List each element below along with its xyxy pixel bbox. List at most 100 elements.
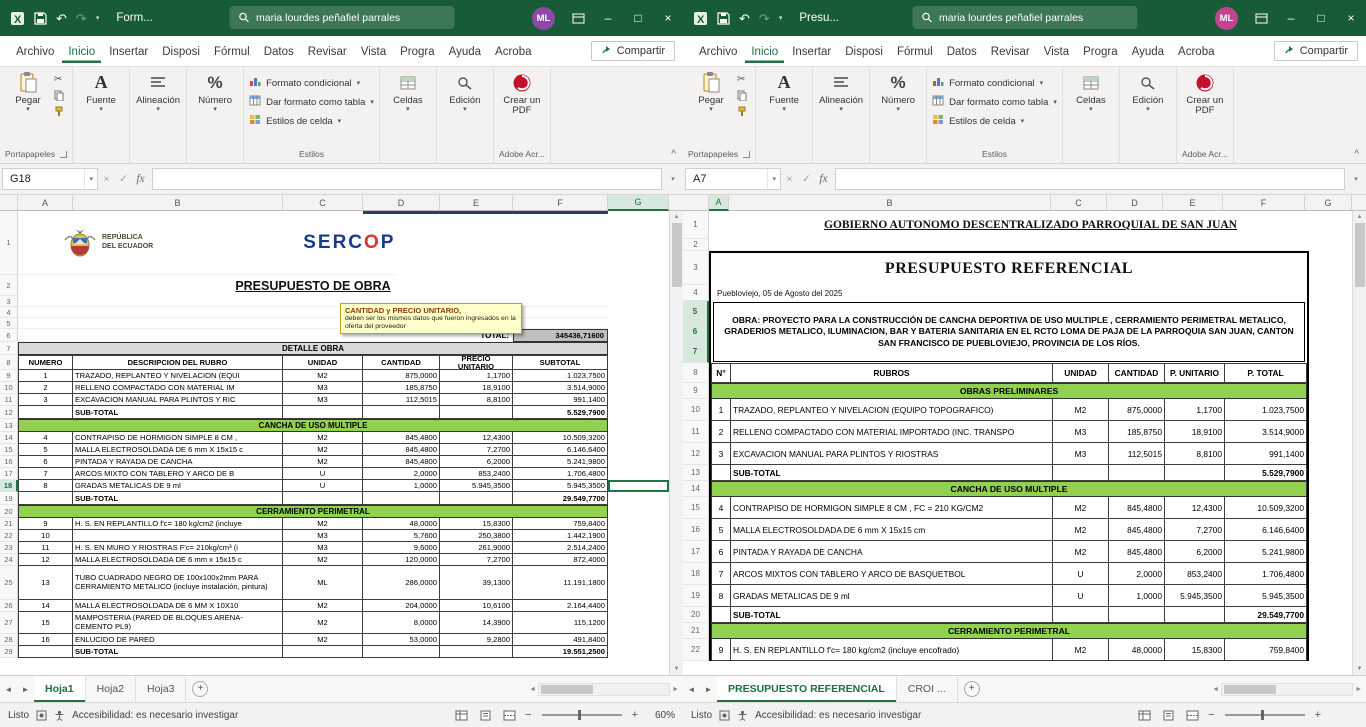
row-header[interactable]: 10 bbox=[683, 399, 709, 421]
item-unit[interactable]: M2 bbox=[283, 370, 363, 382]
row-header[interactable]: 13 bbox=[683, 465, 709, 481]
item-subtotal[interactable]: 2.514,2400 bbox=[513, 542, 608, 554]
item-unit-price[interactable]: 18,9100 bbox=[440, 382, 513, 394]
row-header[interactable]: 18 bbox=[683, 563, 709, 585]
undo-icon[interactable]: ↶ bbox=[56, 12, 67, 25]
item-description[interactable]: PINTADA Y RAYADA DE CANCHA bbox=[73, 456, 283, 468]
cell[interactable] bbox=[711, 465, 731, 481]
item-unit[interactable]: M2 bbox=[283, 518, 363, 530]
row-header[interactable]: 5 bbox=[0, 318, 18, 329]
item-unit[interactable]: M2 bbox=[1053, 639, 1109, 661]
item-quantity[interactable]: 185,8750 bbox=[1109, 421, 1165, 443]
tab-formulas[interactable]: Fórmul bbox=[891, 40, 939, 63]
save-icon[interactable] bbox=[717, 12, 730, 25]
item-unit-price[interactable]: 7,2700 bbox=[440, 554, 513, 566]
item-quantity[interactable]: 2,0000 bbox=[363, 468, 440, 480]
row-header[interactable]: 25 bbox=[0, 566, 18, 600]
item-subtotal[interactable]: 5.945,3500 bbox=[513, 480, 608, 492]
scroll-left-icon[interactable]: ◄ bbox=[529, 686, 536, 693]
macro-record-icon[interactable] bbox=[719, 710, 730, 721]
row-header[interactable]: 29 bbox=[0, 646, 18, 658]
name-box[interactable]: G18 ▾ bbox=[2, 168, 98, 190]
item-quantity[interactable]: 2,0000 bbox=[1109, 563, 1165, 585]
row-header[interactable]: 23 bbox=[0, 542, 18, 554]
table-column-header[interactable]: P. TOTAL bbox=[1225, 363, 1307, 383]
item-unit-price[interactable]: 10,6100 bbox=[440, 600, 513, 612]
row-header[interactable]: 16 bbox=[0, 456, 18, 468]
cell[interactable] bbox=[283, 646, 363, 658]
insert-function-icon[interactable]: fx bbox=[132, 173, 149, 185]
item-quantity[interactable]: 875,0000 bbox=[363, 370, 440, 382]
table-column-header[interactable]: RUBROS bbox=[731, 363, 1053, 383]
save-icon[interactable] bbox=[34, 12, 47, 25]
name-box-caret-icon[interactable]: ▾ bbox=[84, 169, 97, 189]
item-description[interactable]: TRAZADO, REPLANTEO Y NIVELACION (EQUI bbox=[73, 370, 283, 382]
item-subtotal[interactable]: 1.442,1900 bbox=[513, 530, 608, 542]
row-header[interactable]: 567 bbox=[683, 301, 709, 363]
item-description[interactable]: MALLA ELECTROSOLDADA DE 6 mm X 15x15 cm bbox=[731, 519, 1053, 541]
item-number[interactable]: 16 bbox=[18, 634, 73, 646]
row-header[interactable]: 8 bbox=[0, 355, 18, 370]
item-subtotal[interactable]: 115,1200 bbox=[513, 612, 608, 634]
scroll-up-icon[interactable]: ▲ bbox=[1357, 211, 1363, 223]
item-unit[interactable]: ML bbox=[283, 566, 363, 600]
item-number[interactable]: 7 bbox=[711, 563, 731, 585]
excel-app-icon[interactable]: X bbox=[693, 11, 708, 26]
column-header-F[interactable]: F bbox=[513, 195, 608, 211]
horizontal-scrollbar[interactable]: ◄ ► bbox=[986, 676, 1366, 702]
item-unit[interactable]: M2 bbox=[283, 554, 363, 566]
item-description[interactable]: PINTADA Y RAYADA DE CANCHA bbox=[731, 541, 1053, 563]
dialog-launcher-icon[interactable] bbox=[743, 151, 750, 158]
item-number[interactable]: 9 bbox=[711, 639, 731, 661]
quick-access-caret-icon[interactable]: ▾ bbox=[779, 14, 783, 22]
zoom-slider-thumb[interactable] bbox=[578, 710, 581, 720]
item-subtotal[interactable]: 5.241,9800 bbox=[513, 456, 608, 468]
subtotal-value[interactable]: 29.549,7700 bbox=[513, 492, 608, 505]
item-unit[interactable]: U bbox=[1053, 563, 1109, 585]
item-description[interactable]: MALLA ELECTROSOLDADA DE 6 MM X 10X10 bbox=[73, 600, 283, 612]
item-description[interactable]: H. S. EN REPLANTILLO f'c= 180 kg/cm2 (in… bbox=[73, 518, 283, 530]
edicion-button[interactable]: Edición ▾ bbox=[442, 71, 488, 112]
item-unit[interactable]: M3 bbox=[1053, 443, 1109, 465]
row-header[interactable]: 21 bbox=[683, 623, 709, 639]
conditional-formatting-button[interactable]: Formato condicional ▾ bbox=[932, 76, 1057, 90]
column-header-E[interactable]: E bbox=[440, 195, 513, 211]
scroll-down-icon[interactable]: ▼ bbox=[1357, 663, 1363, 675]
row-header[interactable]: 6 bbox=[0, 329, 18, 342]
tab-programar[interactable]: Progra bbox=[394, 40, 441, 63]
item-unit-price[interactable]: 12,4300 bbox=[440, 432, 513, 444]
item-number[interactable]: 5 bbox=[18, 444, 73, 456]
item-quantity[interactable]: 286,0000 bbox=[363, 566, 440, 600]
search-box[interactable]: maria lourdes peñafiel parrales bbox=[912, 6, 1137, 29]
item-description[interactable]: MALLA ELECTROSOLDADA DE 6 mm X 15x15 c bbox=[73, 444, 283, 456]
item-quantity[interactable]: 112,5015 bbox=[363, 394, 440, 406]
row-header[interactable]: 7 bbox=[0, 342, 18, 355]
cell-styles-button[interactable]: Estilos de celda ▾ bbox=[249, 114, 374, 128]
accessibility-status[interactable]: Accesibilidad: es necesario investigar bbox=[755, 710, 921, 721]
paste-button[interactable]: Pegar ▾ bbox=[5, 71, 51, 117]
copy-icon[interactable] bbox=[737, 90, 747, 101]
row-header[interactable]: 3 bbox=[683, 251, 709, 285]
section-header[interactable]: CANCHA DE USO MULTIPLE bbox=[18, 419, 608, 432]
item-number[interactable]: 2 bbox=[18, 382, 73, 394]
item-description[interactable]: CONTRAPISO DE HORMIGON SIMPLE 8 CM , bbox=[73, 432, 283, 444]
tab-insertar[interactable]: Insertar bbox=[786, 40, 837, 63]
item-unit[interactable]: U bbox=[283, 468, 363, 480]
edicion-button[interactable]: Edición ▾ bbox=[1125, 71, 1171, 112]
name-box-caret-icon[interactable]: ▾ bbox=[767, 169, 780, 189]
subtotal-label[interactable]: SUB-TOTAL bbox=[73, 406, 283, 419]
table-column-header[interactable]: CANTIDAD bbox=[1109, 363, 1165, 383]
item-quantity[interactable]: 845,4800 bbox=[363, 432, 440, 444]
document-date[interactable]: Puebloviejo, 05 de Agosto del 2025 bbox=[711, 285, 1307, 301]
item-number[interactable]: 12 bbox=[18, 554, 73, 566]
item-unit-price[interactable]: 7,2700 bbox=[440, 444, 513, 456]
new-sheet-button[interactable]: + bbox=[192, 681, 208, 697]
worksheet-title[interactable]: PRESUPUESTO DE OBRA bbox=[18, 275, 608, 296]
share-button[interactable]: Compartir bbox=[591, 41, 675, 61]
item-description[interactable]: GRADAS METALICAS DE 9 ml bbox=[731, 585, 1053, 607]
user-avatar[interactable]: ML bbox=[532, 7, 555, 30]
cancel-icon[interactable]: × bbox=[781, 173, 798, 185]
format-painter-icon[interactable] bbox=[54, 106, 64, 117]
item-unit-price[interactable]: 12,4300 bbox=[1165, 497, 1225, 519]
cell[interactable] bbox=[363, 406, 440, 419]
